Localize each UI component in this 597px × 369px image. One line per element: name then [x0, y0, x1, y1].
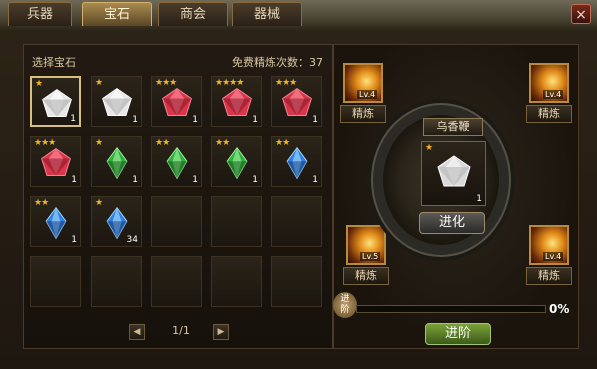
- blue-gem-icon: [286, 146, 308, 180]
- tab-weapons[interactable]: 兵器: [8, 2, 72, 26]
- skill-slot-top-right[interactable]: Lv.4 精炼: [526, 63, 574, 129]
- gem-count: 1: [71, 175, 77, 185]
- gem-slot[interactable]: ★★★★ 1: [211, 76, 262, 127]
- gem-stars: ★: [95, 138, 103, 148]
- gem-stars: ★: [95, 198, 103, 208]
- green-gem-icon: [226, 146, 248, 180]
- gem-stars: ★: [425, 143, 433, 153]
- gem-stars: ★★: [155, 138, 170, 148]
- gem-slot[interactable]: ★ 1: [91, 76, 142, 127]
- red-gem-icon: [41, 148, 71, 177]
- refine-button[interactable]: 精炼: [526, 267, 572, 285]
- page-indicator: 1/1: [172, 324, 190, 337]
- gem-stars: ★★: [215, 138, 230, 148]
- item-name: 乌香鞭: [423, 118, 483, 136]
- skill-level: Lv.4: [543, 252, 564, 261]
- skill-level: Lv.4: [357, 90, 378, 99]
- sword-slash-icon: Lv.4: [529, 225, 569, 265]
- evolve-button[interactable]: 进化: [419, 212, 485, 234]
- gem-count: 1: [192, 115, 198, 125]
- gem-slot[interactable]: ★★ 1: [211, 136, 262, 187]
- gem-count: 1: [132, 115, 138, 125]
- gem-count: 1: [132, 175, 138, 185]
- white-gem-icon: [437, 155, 471, 187]
- gem-stars: ★★: [34, 198, 49, 208]
- red-gem-icon: [162, 88, 192, 117]
- gem-count: 34: [126, 235, 138, 245]
- advance-progress-percent: 0%: [549, 302, 570, 316]
- gem-count: 1: [252, 115, 258, 125]
- gem-slot[interactable]: ★★ 1: [30, 196, 81, 247]
- center-gem-slot[interactable]: ★ 1: [421, 141, 486, 206]
- prev-page-button[interactable]: ◀: [129, 324, 145, 340]
- refine-button[interactable]: 精炼: [526, 105, 572, 123]
- gem-stars: ★★★: [34, 138, 56, 148]
- gem-slot[interactable]: ★★ 1: [271, 136, 322, 187]
- gem-stars: ★★★: [155, 78, 177, 88]
- gem-count: 1: [192, 175, 198, 185]
- advance-button[interactable]: 进阶: [425, 323, 491, 345]
- gem-stars: ★★★★: [215, 78, 244, 88]
- green-gem-icon: [166, 146, 188, 180]
- sword-slash-icon: Lv.4: [343, 63, 383, 103]
- blue-gem-icon: [45, 206, 67, 240]
- gem-count: 1: [476, 194, 482, 204]
- red-gem-icon: [282, 88, 312, 117]
- skill-level: Lv.5: [360, 252, 381, 261]
- skill-slot-bottom-left[interactable]: Lv.5 精炼: [343, 225, 391, 291]
- empty-gem-slot: [211, 256, 262, 307]
- gem-count: 1: [71, 235, 77, 245]
- gem-slot[interactable]: ★★★ 1: [30, 136, 81, 187]
- tab-commerce[interactable]: 商会: [158, 2, 228, 26]
- gem-slot[interactable]: ★ 1: [91, 136, 142, 187]
- empty-gem-slot: [151, 196, 202, 247]
- advance-progress-bar: [356, 305, 546, 313]
- green-gem-icon: [106, 146, 128, 180]
- free-refine-count: 免费精炼次数：37: [232, 56, 323, 69]
- empty-gem-slot: [151, 256, 202, 307]
- advance-tag: 进阶: [333, 292, 357, 318]
- gem-stars: ★: [95, 78, 103, 88]
- gem-slot[interactable]: ★★★ 1: [271, 76, 322, 127]
- gem-slot[interactable]: ★★ 1: [151, 136, 202, 187]
- empty-gem-slot: [271, 256, 322, 307]
- tab-gems[interactable]: 宝石: [82, 2, 152, 26]
- skill-slot-top-left[interactable]: Lv.4 精炼: [340, 63, 388, 129]
- gem-slot[interactable]: ★ 34: [91, 196, 142, 247]
- sword-slash-icon: Lv.4: [529, 63, 569, 103]
- empty-gem-slot: [91, 256, 142, 307]
- skill-slot-bottom-right[interactable]: Lv.4 精炼: [526, 225, 574, 291]
- refine-button[interactable]: 精炼: [340, 105, 386, 123]
- refine-button[interactable]: 精炼: [343, 267, 389, 285]
- gem-stars: ★★: [275, 138, 290, 148]
- close-button[interactable]: ×: [571, 4, 591, 24]
- tab-machinery[interactable]: 器械: [232, 2, 302, 26]
- empty-gem-slot: [271, 196, 322, 247]
- gem-stars: ★★★: [275, 78, 297, 88]
- gem-count: 1: [252, 175, 258, 185]
- gem-slot[interactable]: ★★★ 1: [151, 76, 202, 127]
- white-gem-icon: [102, 88, 132, 117]
- skill-level: Lv.4: [543, 90, 564, 99]
- gem-slot[interactable]: ★ 1: [30, 76, 81, 127]
- next-page-button[interactable]: ▶: [213, 324, 229, 340]
- red-gem-icon: [222, 88, 252, 117]
- empty-gem-slot: [30, 256, 81, 307]
- advance-tag-label: 进阶: [340, 294, 350, 315]
- gem-window: 兵器 宝石 商会 器械 × 选择宝石 免费精炼次数：37 ★ 1 ★ 1 ★★★ 1 ★★★…: [0, 0, 597, 369]
- gem-count: 1: [312, 175, 318, 185]
- sword-slash-icon: Lv.5: [346, 225, 386, 265]
- gem-stars: ★: [35, 79, 43, 89]
- gem-select-title: 选择宝石: [32, 56, 76, 69]
- gem-count: 1: [312, 115, 318, 125]
- empty-gem-slot: [211, 196, 262, 247]
- gem-count: 1: [70, 114, 76, 124]
